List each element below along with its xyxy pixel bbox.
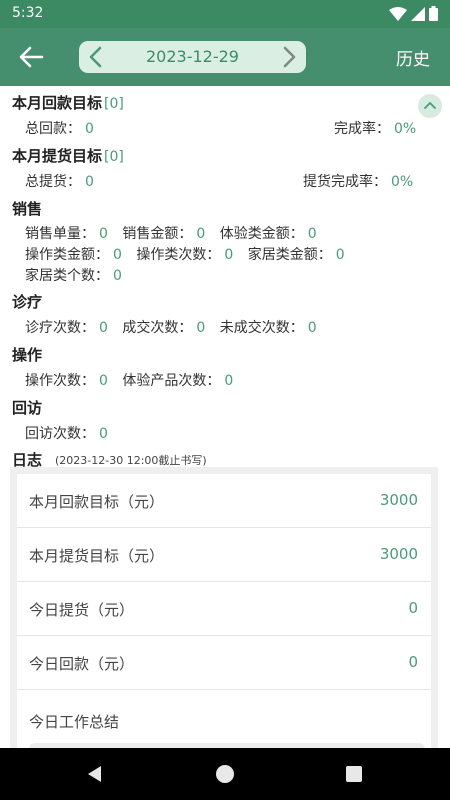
sales-row-2: 操作类金额： 0 操作类次数： 0 家居类金额： 0 <box>25 244 345 264</box>
log-item-value[interactable]: 3000 <box>380 545 418 563</box>
system-nav-bar <box>0 748 450 800</box>
payment-rate-row: 完成率： 0% <box>334 118 416 138</box>
stat-label: 体验产品次数： <box>122 373 221 389</box>
log-item-value[interactable]: 3000 <box>380 491 418 509</box>
log-item[interactable]: 本月提货目标（元） 3000 <box>17 528 431 582</box>
log-item[interactable]: 今日提货（元） 0 <box>17 582 431 636</box>
log-deadline-note: (2023-12-30 12:00截止书写) <box>55 454 207 467</box>
work-summary-label: 今日工作总结 <box>29 713 120 731</box>
stat-label: 诊疗次数： <box>25 320 95 336</box>
stat-value: 0 <box>224 247 234 263</box>
stat-value: 0 <box>99 373 108 389</box>
total-payment-label: 总回款： <box>25 121 81 137</box>
stat-value: 0 <box>113 268 122 284</box>
nav-recents-icon[interactable] <box>346 766 362 782</box>
stat-value: 0 <box>196 226 206 242</box>
selected-date[interactable]: 2023-12-29 <box>109 47 276 66</box>
status-icons <box>389 6 438 21</box>
stat-label: 操作次数： <box>25 373 95 389</box>
total-payment-value: 0 <box>85 121 94 137</box>
monthly-pickup-title: 本月提货目标 [0] <box>12 145 124 166</box>
stat-value: 0 <box>335 247 345 263</box>
stat-value: 0 <box>99 226 108 242</box>
stat-value: 0 <box>307 320 317 336</box>
log-item-label: 今日提货（元） <box>29 601 135 619</box>
stat-value: 0 <box>113 247 122 263</box>
diagnosis-row: 诊疗次数： 0 成交次数： 0 未成交次数： 0 <box>25 317 317 337</box>
pickup-rate-row: 提货完成率： 0% <box>303 171 413 191</box>
main-content[interactable]: 本月回款目标 [0] 总回款： 0 完成率： 0% 本月提货目标 [0] 总提货： 0 提… <box>0 86 450 748</box>
monthly-payment-title-text: 本月回款目标 <box>12 94 103 112</box>
stat-label: 家居类个数： <box>25 268 109 284</box>
stat-value: 0 <box>99 320 108 336</box>
stat-value: 0 <box>99 426 108 442</box>
wifi-icon <box>389 6 407 21</box>
total-payment-row: 总回款： 0 <box>25 118 94 138</box>
log-item-label: 今日回款（元） <box>29 655 135 673</box>
sales-row-3: 家居类个数： 0 <box>25 265 122 285</box>
stat-label: 家居类金额： <box>247 247 332 263</box>
monthly-pickup-title-text: 本月提货目标 <box>12 147 103 165</box>
app-bar: 2023-12-29 历史 <box>0 28 450 86</box>
app-screen: 5:32 2023-12-29 历史 本月回款目标 [0] 总回款： 0 完成率… <box>0 0 450 800</box>
date-selector: 2023-12-29 <box>79 41 306 73</box>
chevron-up-icon <box>424 102 436 109</box>
diagnosis-title: 诊疗 <box>12 293 43 311</box>
log-item-label: 本月提货目标（元） <box>29 547 165 565</box>
revisit-row: 回访次数： 0 <box>25 423 108 443</box>
nav-back-icon[interactable] <box>86 765 104 783</box>
status-bar: 5:32 <box>0 0 450 28</box>
stat-value: 0 <box>307 226 317 242</box>
battery-icon <box>429 6 438 21</box>
sales-title: 销售 <box>12 200 43 218</box>
log-item-value[interactable]: 0 <box>408 653 418 671</box>
total-pickup-label: 总提货： <box>25 174 81 190</box>
monthly-payment-title: 本月回款目标 [0] <box>12 92 124 113</box>
total-pickup-value: 0 <box>85 174 94 190</box>
monthly-pickup-count: [0] <box>104 149 124 165</box>
log-item[interactable]: 本月回款目标（元） 3000 <box>17 474 431 528</box>
signal-icon <box>411 6 425 21</box>
pickup-rate-label: 提货完成率： <box>303 174 387 190</box>
back-arrow-icon[interactable] <box>18 45 44 69</box>
collapse-button[interactable] <box>418 94 442 118</box>
stat-value: 0 <box>224 373 234 389</box>
payment-rate-label: 完成率： <box>334 121 390 137</box>
log-item-label: 本月回款目标（元） <box>29 493 165 511</box>
stat-label: 体验类金额： <box>219 226 304 242</box>
revisit-title: 回访 <box>12 399 43 417</box>
log-form: 本月回款目标（元） 3000 本月提货目标（元） 3000 今日提货（元） 0 … <box>17 474 431 748</box>
stat-label: 回访次数： <box>25 426 95 442</box>
log-item[interactable]: 今日回款（元） 0 <box>17 636 431 690</box>
total-pickup-row: 总提货： 0 <box>25 171 94 191</box>
log-card: 本月回款目标（元） 3000 本月提货目标（元） 3000 今日提货（元） 0 … <box>10 467 438 748</box>
history-button[interactable]: 历史 <box>396 45 430 70</box>
stat-value: 0 <box>196 320 206 336</box>
stat-label: 操作类金额： <box>25 247 109 263</box>
stat-label: 成交次数： <box>122 320 193 336</box>
log-item-value[interactable]: 0 <box>408 599 418 617</box>
operation-title: 操作 <box>12 346 43 364</box>
chevron-right-icon[interactable] <box>282 46 298 68</box>
chevron-left-icon[interactable] <box>87 46 103 68</box>
stat-label: 未成交次数： <box>219 320 304 336</box>
stat-label: 销售金额： <box>122 226 193 242</box>
nav-home-icon[interactable] <box>216 765 234 783</box>
stat-label: 操作类次数： <box>136 247 221 263</box>
monthly-payment-count: [0] <box>104 96 124 112</box>
pickup-rate-value: 0% <box>391 174 414 190</box>
status-time: 5:32 <box>12 5 44 21</box>
payment-rate-value: 0% <box>394 121 417 137</box>
operation-row: 操作次数： 0 体验产品次数： 0 <box>25 370 233 390</box>
stat-label: 销售单量： <box>25 226 95 242</box>
sales-row-1: 销售单量： 0 销售金额： 0 体验类金额： 0 <box>25 223 317 243</box>
